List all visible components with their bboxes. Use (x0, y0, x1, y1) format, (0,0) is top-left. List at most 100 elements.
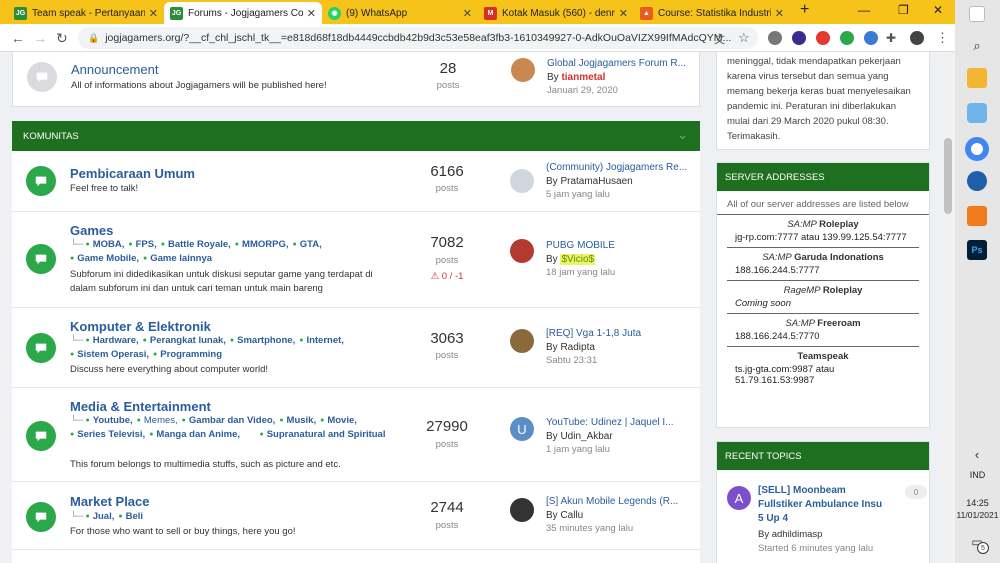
forum-row[interactable]: Market Place └─Jual,Beli For those who w… (12, 482, 700, 550)
last-post-title[interactable]: PUBG MOBILE (546, 240, 615, 251)
subforum-link[interactable]: GTA, (292, 238, 322, 252)
tab-team-speak[interactable]: JG Team speak - Pertanyaan & ✕ (8, 2, 164, 24)
forum-row[interactable]: Media & Entertainment └─Youtube,Memes,Ga… (12, 388, 700, 482)
chrome-icon[interactable] (965, 137, 989, 161)
category-header-komunitas[interactable]: KOMUNITAS ⌄ (12, 121, 700, 151)
file-explorer-icon[interactable] (967, 68, 987, 88)
last-post-title[interactable]: (Community) Jogjagamers Re... (546, 162, 687, 173)
last-post-title[interactable]: Global Jogjagamers Forum R... (547, 58, 686, 69)
language-indicator[interactable]: IND (955, 470, 1000, 480)
new-tab-button[interactable]: + (800, 1, 809, 19)
subforum-link[interactable]: Game Mobile, (70, 252, 139, 266)
tab-course[interactable]: ▲ Course: Statistika Industri ke ✕ (634, 2, 790, 24)
forum-row[interactable] (12, 550, 700, 563)
avatar[interactable]: U (510, 417, 534, 441)
subforum-link[interactable]: FPS, (128, 238, 157, 252)
subforum-link[interactable]: MMORPG, (235, 238, 288, 252)
last-post-title[interactable]: YouTube: Udinez | Jaquel I... (546, 417, 674, 428)
clock-time[interactable]: 14:25 (955, 498, 1000, 508)
search-icon[interactable]: ⌕ (967, 36, 987, 56)
profile-avatar[interactable] (910, 31, 924, 45)
subforum-link[interactable]: Gambar dan Video, (182, 414, 275, 428)
close-window-button[interactable]: ✕ (933, 3, 943, 17)
last-post-user[interactable]: $Vicio$ (560, 254, 596, 265)
address-bar[interactable]: 🔒 jogjagamers.org/?__cf_chl_jschl_tk__=e… (78, 27, 758, 49)
forum-title[interactable]: Media & Entertainment (70, 399, 211, 414)
server-address[interactable]: ts.jg-gta.com:9987 atau 51.79.161.53:998… (735, 364, 911, 386)
recent-topic-title[interactable]: [SELL] Moonbeam Fullstiker Ambulance Ins… (758, 484, 888, 526)
bookmark-star-icon[interactable]: ☆ (738, 30, 750, 46)
extension-green-icon[interactable] (840, 31, 854, 45)
avatar[interactable]: A (727, 486, 751, 510)
restore-button[interactable]: ❐ (898, 3, 909, 17)
minimize-button[interactable]: — (858, 3, 870, 17)
extension-shield-icon[interactable] (792, 31, 806, 45)
subforum-link[interactable]: Smartphone, (230, 334, 295, 348)
subforum-link[interactable]: Internet, (299, 334, 343, 348)
menu-kebab-icon[interactable]: ⋮ (936, 30, 949, 46)
forum-title[interactable]: Games (70, 223, 113, 238)
subforum-link[interactable]: Programming (153, 348, 222, 362)
subforum-link[interactable]: MOBA, (85, 238, 125, 252)
forum-title[interactable]: Market Place (70, 494, 150, 509)
forum-row[interactable]: Pembicaraan Umum Feel free to talk! 6166… (12, 151, 700, 212)
close-icon[interactable]: ✕ (619, 7, 628, 20)
forum-title[interactable]: Announcement (71, 62, 158, 77)
last-post-title[interactable]: [S] Akun Mobile Legends (R... (546, 496, 678, 507)
last-post-title[interactable]: [REQ] Vga 1-1,8 Juta (546, 328, 641, 339)
subforum-link[interactable]: Beli (118, 510, 143, 524)
start-windows-icon[interactable] (969, 6, 985, 22)
subforum-link[interactable]: Youtube, (85, 414, 133, 428)
avatar[interactable] (510, 329, 534, 353)
media-player-icon[interactable] (967, 206, 987, 226)
translate-icon[interactable]: 文 (714, 31, 725, 47)
avatar[interactable] (510, 498, 534, 522)
subforum-link[interactable]: Supranatural and Spiritual (259, 428, 386, 442)
tab-gmail[interactable]: M Kotak Masuk (560) - denrio ✕ (478, 2, 634, 24)
subforum-link[interactable]: Perangkat lunak, (143, 334, 226, 348)
avatar[interactable] (510, 169, 534, 193)
photoshop-icon[interactable]: Ps (967, 240, 987, 260)
close-icon[interactable]: ✕ (463, 7, 472, 20)
close-icon[interactable]: ✕ (149, 7, 158, 20)
chevron-left-icon[interactable]: ‹ (967, 444, 987, 464)
paint-icon[interactable] (967, 103, 987, 123)
avatar[interactable] (511, 58, 535, 82)
subforum-link[interactable]: Game lainnya (143, 252, 212, 266)
scrollbar-thumb[interactable] (944, 138, 952, 214)
close-icon[interactable]: ✕ (307, 7, 316, 20)
subforum-link[interactable]: Manga dan Anime, (149, 428, 240, 442)
chevron-down-icon[interactable]: ⌄ (677, 127, 688, 143)
forum-row[interactable]: Komputer & Elektronik └─Hardware,Perangk… (12, 308, 700, 388)
clock-date[interactable]: 11/01/2021 (955, 510, 1000, 520)
subforum-link[interactable]: Jual, (85, 510, 115, 524)
server-address[interactable]: 188.166.244.5:7770 (735, 331, 911, 342)
tab-forums[interactable]: JG Forums - Jogjagamers Com ✕ (164, 2, 322, 24)
back-icon[interactable]: ← (11, 30, 25, 46)
extension-blue-icon[interactable] (864, 31, 878, 45)
subforum-link[interactable]: Battle Royale, (161, 238, 231, 252)
forum-title[interactable]: Pembicaraan Umum (70, 166, 195, 181)
forum-title[interactable]: Komputer & Elektronik (70, 319, 211, 334)
subforum-link[interactable]: Movie, (320, 414, 357, 428)
page-scrollbar[interactable] (941, 52, 955, 563)
avatar[interactable] (510, 239, 534, 263)
subforum-link[interactable]: Hardware, (85, 334, 139, 348)
last-post-user[interactable]: tianmetal (561, 72, 605, 83)
reload-icon[interactable]: ↻ (56, 30, 68, 47)
extension-opera-icon[interactable] (816, 31, 830, 45)
extension-globe-icon[interactable] (768, 31, 782, 45)
forum-row-announcement[interactable]: Announcement All of informations about J… (12, 52, 700, 107)
subforum-link[interactable]: Sistem Operasi, (70, 348, 149, 362)
forum-row[interactable]: Games └─MOBA,FPS,Battle Royale,MMORPG,GT… (12, 212, 700, 308)
close-icon[interactable]: ✕ (775, 7, 784, 20)
subforum-link[interactable]: Series Televisi, (70, 428, 145, 442)
extensions-puzzle-icon[interactable]: ✚ (886, 31, 896, 45)
subforum-link[interactable]: Memes, (137, 414, 178, 428)
app-circle-icon[interactable] (967, 171, 987, 191)
server-address[interactable]: jg-rp.com:7777 atau 139.99.125.54:7777 (735, 232, 911, 243)
forward-icon[interactable]: → (33, 30, 47, 46)
tab-whatsapp[interactable]: ◉ (9) WhatsApp ✕ (322, 2, 478, 24)
server-address[interactable]: 188.166.244.5:7777 (735, 265, 911, 276)
subforum-link[interactable]: Musik, (279, 414, 317, 428)
